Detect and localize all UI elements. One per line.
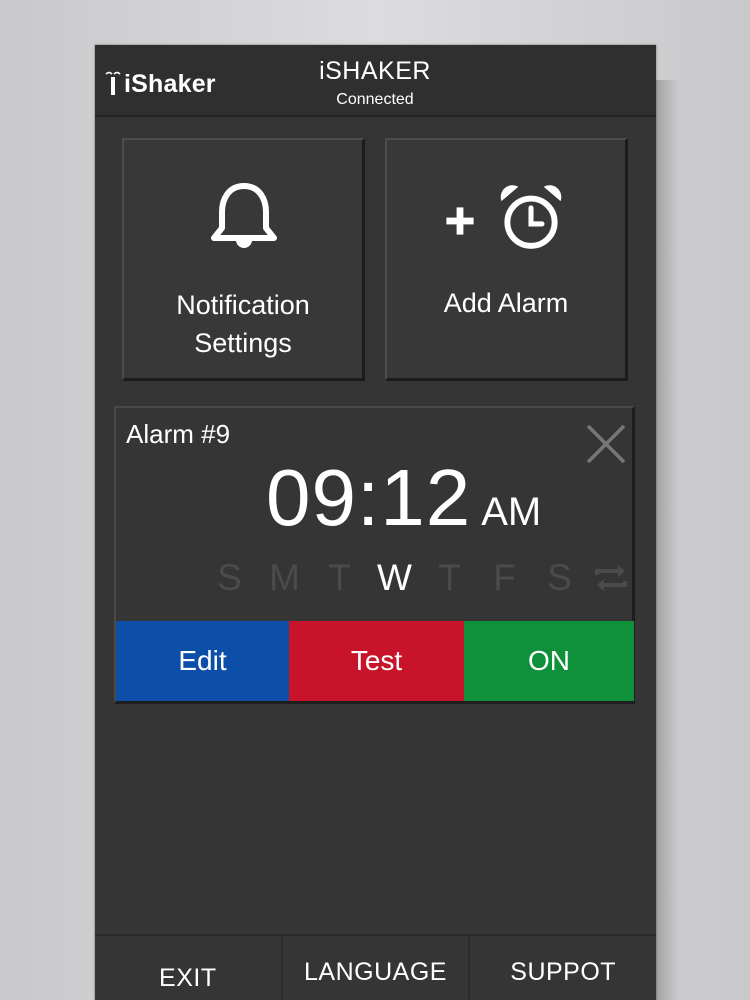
plus-icon <box>446 207 474 235</box>
alarm-time-digits: 09:12 <box>266 453 472 542</box>
app-logo: iShaker <box>103 67 216 101</box>
add-alarm-button[interactable]: Add Alarm <box>385 138 628 381</box>
app-header: iShaker iSHAKER Connected <box>95 45 656 117</box>
test-alarm-button[interactable]: Test <box>289 621 464 701</box>
alarm-time: 09:12 AM <box>266 452 586 542</box>
support-button[interactable]: SUPPOT <box>468 936 656 1000</box>
app-screen: iShaker iSHAKER Connected Notification S… <box>95 45 656 1000</box>
edit-alarm-button[interactable]: Edit <box>116 621 289 701</box>
alarm-name: Alarm #9 <box>126 419 231 449</box>
weekday-selector: S M T W T F S <box>202 557 631 598</box>
device-name: iSHAKER <box>319 57 431 85</box>
day-monday: M <box>269 557 300 598</box>
bottom-nav: EXIT LANGUAGE SUPPOT <box>95 934 656 1000</box>
logo-text: iShaker <box>124 69 216 98</box>
language-button[interactable]: LANGUAGE <box>280 936 469 1000</box>
alarm-time-ampm: AM <box>481 490 542 534</box>
day-sunday: S <box>217 557 242 598</box>
day-wednesday: W <box>377 557 412 598</box>
exit-button[interactable]: EXIT <box>95 936 281 1000</box>
repeat-icon <box>595 565 627 591</box>
alarm-action-row: Edit Test ON <box>116 621 634 701</box>
notification-settings-label: Notification Settings <box>176 290 310 358</box>
alarm-toggle-on-button[interactable]: ON <box>464 621 634 701</box>
delete-alarm-close-icon[interactable] <box>584 422 628 466</box>
day-friday: F <box>493 557 516 598</box>
alarm-clock-icon <box>500 185 562 249</box>
phone-shadow <box>655 80 680 1000</box>
alarm-card: Alarm #9 09:12 AM S M T W T F S Edit Test <box>114 406 635 704</box>
notification-settings-button[interactable]: Notification Settings <box>122 138 365 381</box>
day-thursday: T <box>438 557 461 598</box>
add-alarm-label: Add Alarm <box>443 288 569 318</box>
connection-status: Connected <box>336 91 414 108</box>
bell-icon <box>211 183 277 248</box>
day-tuesday: T <box>328 557 351 598</box>
day-saturday: S <box>547 557 572 598</box>
shaker-logo-icon <box>105 71 121 95</box>
